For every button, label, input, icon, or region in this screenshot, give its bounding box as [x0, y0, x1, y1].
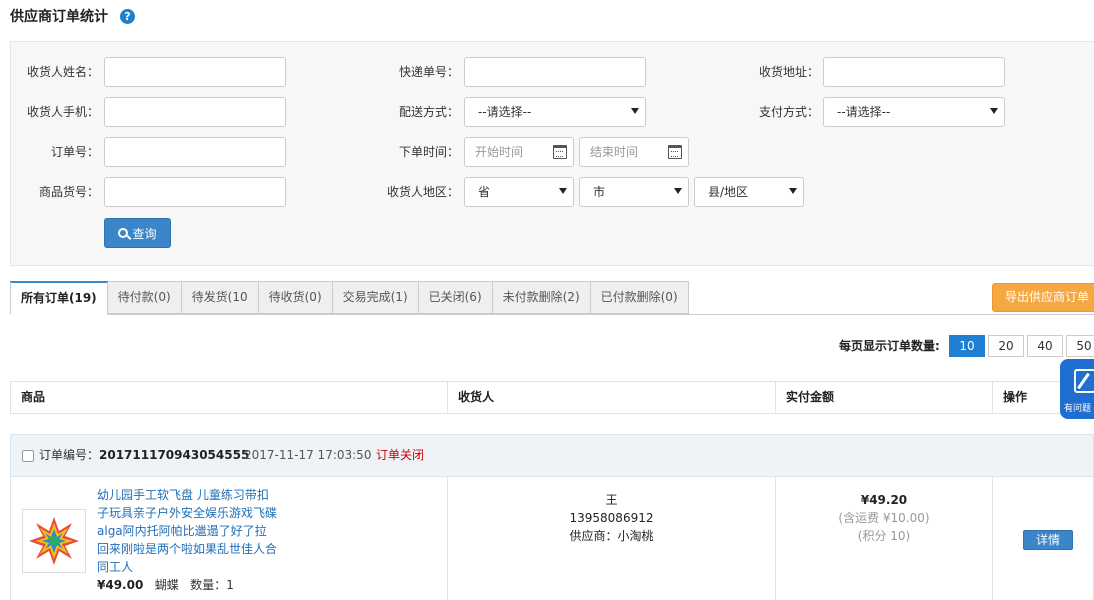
edit-icon	[1074, 369, 1094, 393]
feedback-widget-label: 有问题 上	[1064, 404, 1094, 414]
per-page-50[interactable]: 50	[1066, 335, 1094, 357]
frisbee-image	[29, 517, 79, 565]
end-time-input[interactable]: 结束时间	[579, 137, 689, 167]
product-thumbnail[interactable]	[22, 509, 86, 573]
col-amount: 实付金额	[786, 390, 835, 404]
paid-amount: ¥49.20	[860, 493, 908, 507]
points: (积分 10)	[857, 529, 911, 543]
delivery-select[interactable]: --请选择--	[464, 97, 646, 127]
order-status-tabs: 所有订单(19) 待付款(0) 待发货(10 待收货(0) 交易完成(1) 已关…	[10, 281, 689, 315]
col-actions: 操作	[1003, 390, 1028, 404]
delivery-label: 配送方式：	[398, 105, 459, 119]
caret-down-icon	[674, 188, 682, 194]
tab-pending-receipt[interactable]: 待收货(0)	[258, 281, 333, 314]
receiver-name-label: 收货人姓名：	[26, 65, 99, 79]
order-detail-button[interactable]: 详情	[1023, 530, 1073, 550]
tracking-no-label: 快递单号：	[398, 65, 459, 79]
receiver-phone: 13958086912	[569, 511, 654, 525]
page-title: 供应商订单统计	[10, 9, 108, 25]
sku-label: 商品货号：	[38, 185, 99, 199]
feedback-widget[interactable]: 有问题 上	[1060, 359, 1094, 419]
province-select-value: 省	[478, 185, 491, 199]
col-divider	[992, 382, 993, 413]
page-header: 供应商订单统计 ?	[10, 4, 135, 28]
sku-input[interactable]	[104, 177, 286, 207]
supplier-name: 供应商：小淘桃	[569, 529, 654, 543]
product-qty: 数量：1	[190, 578, 234, 592]
order-no-label: 订单号：	[50, 145, 99, 159]
product-meta: ¥49.00 蝴蝶 数量：1	[97, 576, 234, 593]
payment-select-value: --请选择--	[837, 105, 891, 119]
product-spec: 蝴蝶	[154, 578, 179, 592]
per-page-label: 每页显示订单数量:	[839, 339, 940, 353]
product-name-link[interactable]: 幼儿园手工软飞盘 儿童练习带扣子玩具亲子户外安全娱乐游戏飞碟alga阿内托阿帕比…	[97, 486, 277, 576]
caret-down-icon	[789, 188, 797, 194]
order-status: 订单关闭	[376, 448, 425, 462]
col-divider	[447, 382, 448, 413]
address-input[interactable]	[823, 57, 1005, 87]
province-select[interactable]: 省	[464, 177, 574, 207]
per-page-20[interactable]: 20	[988, 335, 1024, 357]
tab-pending-shipment[interactable]: 待发货(10	[181, 281, 259, 314]
region-label: 收货人地区：	[386, 185, 459, 199]
receiver-phone-input[interactable]	[104, 97, 286, 127]
calendar-icon[interactable]	[668, 145, 682, 159]
search-button[interactable]: 查询	[104, 218, 171, 248]
shipping-fee: (含运费 ¥10.00)	[838, 511, 930, 525]
product-price: ¥49.00	[97, 578, 144, 592]
receiver-name-input[interactable]	[104, 57, 286, 87]
caret-down-icon	[631, 108, 639, 114]
help-icon[interactable]: ?	[120, 8, 135, 24]
col-receiver: 收货人	[458, 390, 495, 404]
city-select-value: 市	[593, 185, 606, 199]
tab-pending-payment[interactable]: 待付款(0)	[107, 281, 182, 314]
payment-select[interactable]: --请选择--	[823, 97, 1005, 127]
order-time-label: 下单时间：	[398, 145, 459, 159]
tracking-no-input[interactable]	[464, 57, 646, 87]
calendar-icon[interactable]	[553, 145, 567, 159]
payment-label: 支付方式：	[758, 105, 819, 119]
order-time: 2017-11-17 17:03:50	[244, 448, 372, 462]
search-icon	[118, 228, 129, 238]
tab-unpaid-deleted[interactable]: 未付款删除(2)	[492, 281, 591, 314]
county-select[interactable]: 县/地区	[694, 177, 804, 207]
filter-panel: 收货人姓名： 快递单号： 收货地址： 收货人手机： 配送方式： --请选择-- …	[10, 41, 1094, 266]
order-select-checkbox[interactable]	[22, 450, 34, 462]
order-header-row: 订单编号： 201711170943054555 2017-11-17 17:0…	[10, 434, 1094, 477]
county-select-value: 县/地区	[708, 185, 749, 199]
export-orders-button[interactable]: 导出供应商订单	[992, 283, 1094, 312]
start-time-input[interactable]: 开始时间	[464, 137, 574, 167]
order-no-input[interactable]	[104, 137, 286, 167]
per-page-10[interactable]: 10	[949, 335, 985, 357]
caret-down-icon	[559, 188, 567, 194]
tab-completed[interactable]: 交易完成(1)	[332, 281, 419, 314]
address-label: 收货地址：	[758, 65, 819, 79]
order-row: 幼儿园手工软飞盘 儿童练习带扣子玩具亲子户外安全娱乐游戏飞碟alga阿内托阿帕比…	[10, 476, 1094, 600]
tab-closed[interactable]: 已关闭(6)	[418, 281, 493, 314]
caret-down-icon	[990, 108, 998, 114]
col-divider	[775, 382, 776, 413]
city-select[interactable]: 市	[579, 177, 689, 207]
col-product: 商品	[21, 390, 46, 404]
search-button-label: 查询	[132, 226, 157, 241]
tab-all-orders[interactable]: 所有订单(19)	[10, 281, 108, 315]
start-time-placeholder: 开始时间	[475, 145, 524, 159]
tab-paid-deleted[interactable]: 已付款删除(0)	[590, 281, 689, 314]
receiver-name: 王	[605, 493, 618, 507]
end-time-placeholder: 结束时间	[590, 145, 639, 159]
table-header: 商品 收货人 实付金额 操作	[10, 381, 1094, 414]
order-number: 201711170943054555	[99, 448, 250, 462]
order-no-label: 订单编号：	[39, 448, 100, 462]
delivery-select-value: --请选择--	[478, 105, 532, 119]
col-divider	[992, 476, 993, 600]
per-page-40[interactable]: 40	[1027, 335, 1063, 357]
receiver-phone-label: 收货人手机：	[26, 105, 99, 119]
